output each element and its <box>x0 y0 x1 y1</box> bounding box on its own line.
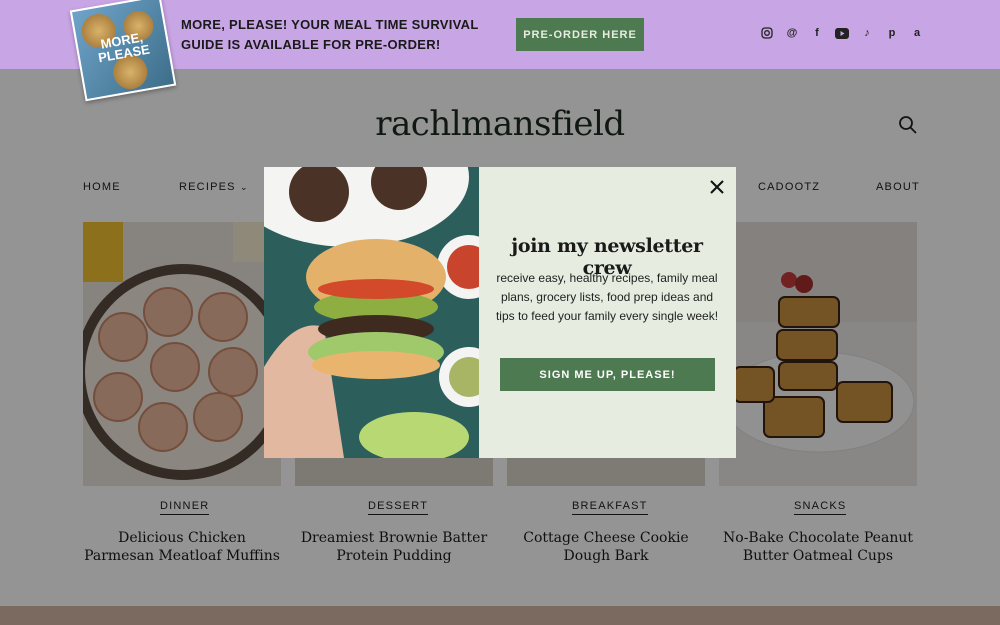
youtube-icon[interactable] <box>835 26 849 40</box>
promo-banner: MORE, PLEASE MORE, PLEASE! YOUR MEAL TIM… <box>0 0 1000 102</box>
social-links: @ f ♪ p a <box>760 26 924 40</box>
instagram-icon[interactable] <box>760 26 774 40</box>
amazon-icon[interactable]: a <box>910 26 924 40</box>
signup-button[interactable]: SIGN ME UP, PLEASE! <box>500 358 715 391</box>
tiktok-icon[interactable]: ♪ <box>860 26 874 40</box>
facebook-icon[interactable]: f <box>810 26 824 40</box>
burger-photo <box>264 167 479 458</box>
cookbook-cover-image[interactable]: MORE, PLEASE <box>69 0 177 102</box>
threads-icon[interactable]: @ <box>785 26 799 40</box>
promo-text: MORE, PLEASE! YOUR MEAL TIME SURVIVAL GU… <box>181 17 479 52</box>
close-icon[interactable] <box>708 178 726 196</box>
pre-order-button[interactable]: PRE-ORDER HERE <box>516 18 644 51</box>
pinterest-icon[interactable]: p <box>885 26 899 40</box>
newsletter-modal: join my newsletter crew receive easy, he… <box>264 167 736 458</box>
modal-body-text: receive easy, healthy recipes, family me… <box>495 271 719 323</box>
